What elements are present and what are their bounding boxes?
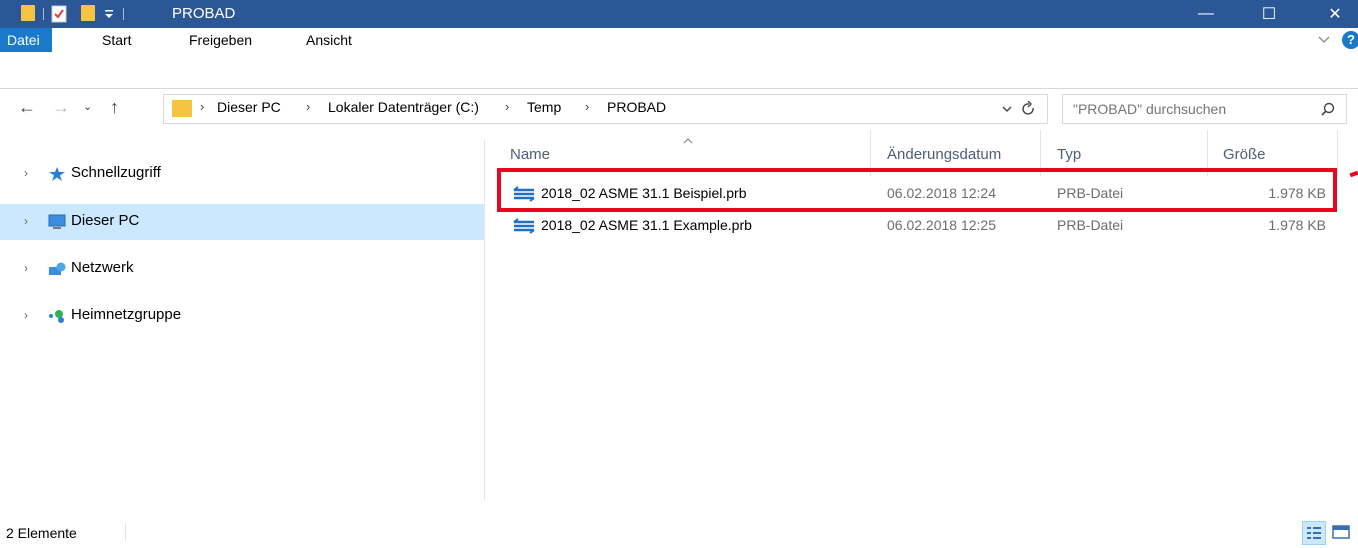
title-row: PROBAD — ☐ ✕: [0, 0, 1358, 28]
breadcrumb-separator[interactable]: ›: [585, 99, 589, 114]
divider: [123, 8, 124, 20]
help-icon[interactable]: ?: [1342, 31, 1358, 49]
sort-ascending-icon: [683, 138, 693, 144]
nav-item-label: Dieser PC: [71, 212, 140, 229]
status-bar: 2 Elemente: [0, 518, 1358, 548]
close-button[interactable]: ✕: [1312, 0, 1358, 28]
folder-icon: [21, 5, 35, 21]
item-count: 2 Elemente: [6, 525, 77, 541]
search-input[interactable]: [1071, 98, 1305, 120]
table-row[interactable]: 2018_02 ASME 31.1 Example.prb 06.02.2018…: [500, 214, 1340, 238]
properties-icon[interactable]: [51, 5, 67, 23]
nav-item-heimnetzgruppe[interactable]: › Heimnetzgruppe: [0, 298, 484, 334]
breadcrumb-temp[interactable]: Temp: [527, 99, 561, 115]
forward-icon[interactable]: →: [52, 97, 70, 118]
maximize-button[interactable]: ☐: [1246, 0, 1292, 28]
star-icon: [49, 167, 65, 181]
breadcrumb-separator[interactable]: ›: [200, 99, 204, 114]
file-name[interactable]: 2018_02 ASME 31.1 Example.prb: [541, 217, 752, 233]
ribbon-body: [0, 52, 1358, 88]
large-icons-view-icon[interactable]: [1330, 521, 1352, 543]
minimize-button[interactable]: —: [1183, 0, 1229, 28]
computer-icon: [48, 214, 66, 229]
tab-freigeben[interactable]: Freigeben: [189, 28, 252, 52]
breadcrumb-dieser-pc[interactable]: Dieser PC: [217, 99, 281, 115]
back-icon[interactable]: ←: [18, 97, 36, 118]
column-header-name[interactable]: Name: [510, 146, 550, 163]
details-view-icon[interactable]: [1302, 521, 1326, 545]
breadcrumb-separator[interactable]: ›: [505, 99, 509, 114]
column-header-date[interactable]: Änderungsdatum: [887, 146, 1001, 163]
breadcrumb-separator[interactable]: ›: [306, 99, 310, 114]
chevron-down-icon[interactable]: [1002, 106, 1012, 113]
nav-item-schnellzugriff[interactable]: › Schnellzugriff: [0, 156, 484, 192]
breadcrumb-local-disk[interactable]: Lokaler Datenträger (C:): [328, 99, 479, 115]
nav-item-netzwerk[interactable]: › Netzwerk: [0, 251, 484, 287]
file-size: 1.978 KB: [1268, 217, 1326, 233]
recent-locations-icon[interactable]: ⌄: [83, 100, 92, 113]
homegroup-icon: [49, 310, 64, 323]
refresh-icon[interactable]: [1022, 101, 1036, 117]
prb-file-icon: [513, 218, 535, 234]
up-icon[interactable]: ↑: [110, 97, 119, 118]
column-divider[interactable]: [1337, 130, 1338, 176]
chevron-right-icon[interactable]: ›: [24, 214, 28, 228]
file-type: PRB-Datei: [1057, 217, 1124, 233]
customize-quick-access-icon[interactable]: [104, 9, 114, 27]
divider: [125, 523, 126, 541]
column-header-size[interactable]: Größe: [1223, 146, 1266, 163]
network-icon: [49, 262, 66, 275]
nav-item-label: Schnellzugriff: [71, 164, 161, 181]
address-box[interactable]: › Dieser PC › Lokaler Datenträger (C:) ›…: [163, 94, 1048, 124]
address-toolbar: ← → ⌄ ↑ › Dieser PC › Lokaler Datenträge…: [0, 88, 1358, 127]
chevron-down-icon[interactable]: [1318, 36, 1330, 44]
highlight-box: [497, 168, 1337, 212]
search-box[interactable]: [1062, 94, 1347, 124]
nav-item-label: Heimnetzgruppe: [71, 306, 182, 323]
title-bar: PROBAD — ☐ ✕ Datei Start Freigeben Ansic…: [0, 0, 1358, 52]
chevron-right-icon[interactable]: ›: [24, 166, 28, 180]
chevron-right-icon[interactable]: ›: [24, 261, 28, 275]
divider: [43, 8, 44, 20]
folder-icon: [172, 100, 192, 117]
nav-item-label: Netzwerk: [71, 259, 134, 276]
file-date: 06.02.2018 12:25: [887, 217, 996, 233]
tab-ansicht[interactable]: Ansicht: [306, 28, 352, 52]
new-folder-icon[interactable]: [81, 5, 95, 21]
nav-item-dieser-pc[interactable]: › Dieser PC: [0, 204, 484, 240]
window-title: PROBAD: [172, 5, 236, 22]
ribbon-tab-bar: Datei Start Freigeben Ansicht ?: [0, 28, 1358, 52]
breadcrumb-probad[interactable]: PROBAD: [607, 99, 666, 115]
navigation-pane: › Schnellzugriff › Dieser PC › Netzwerk …: [0, 140, 485, 500]
column-header-type[interactable]: Typ: [1057, 146, 1081, 163]
tab-datei[interactable]: Datei: [0, 28, 52, 52]
tab-start[interactable]: Start: [102, 28, 132, 52]
search-icon[interactable]: [1321, 102, 1335, 116]
chevron-right-icon[interactable]: ›: [24, 308, 28, 322]
